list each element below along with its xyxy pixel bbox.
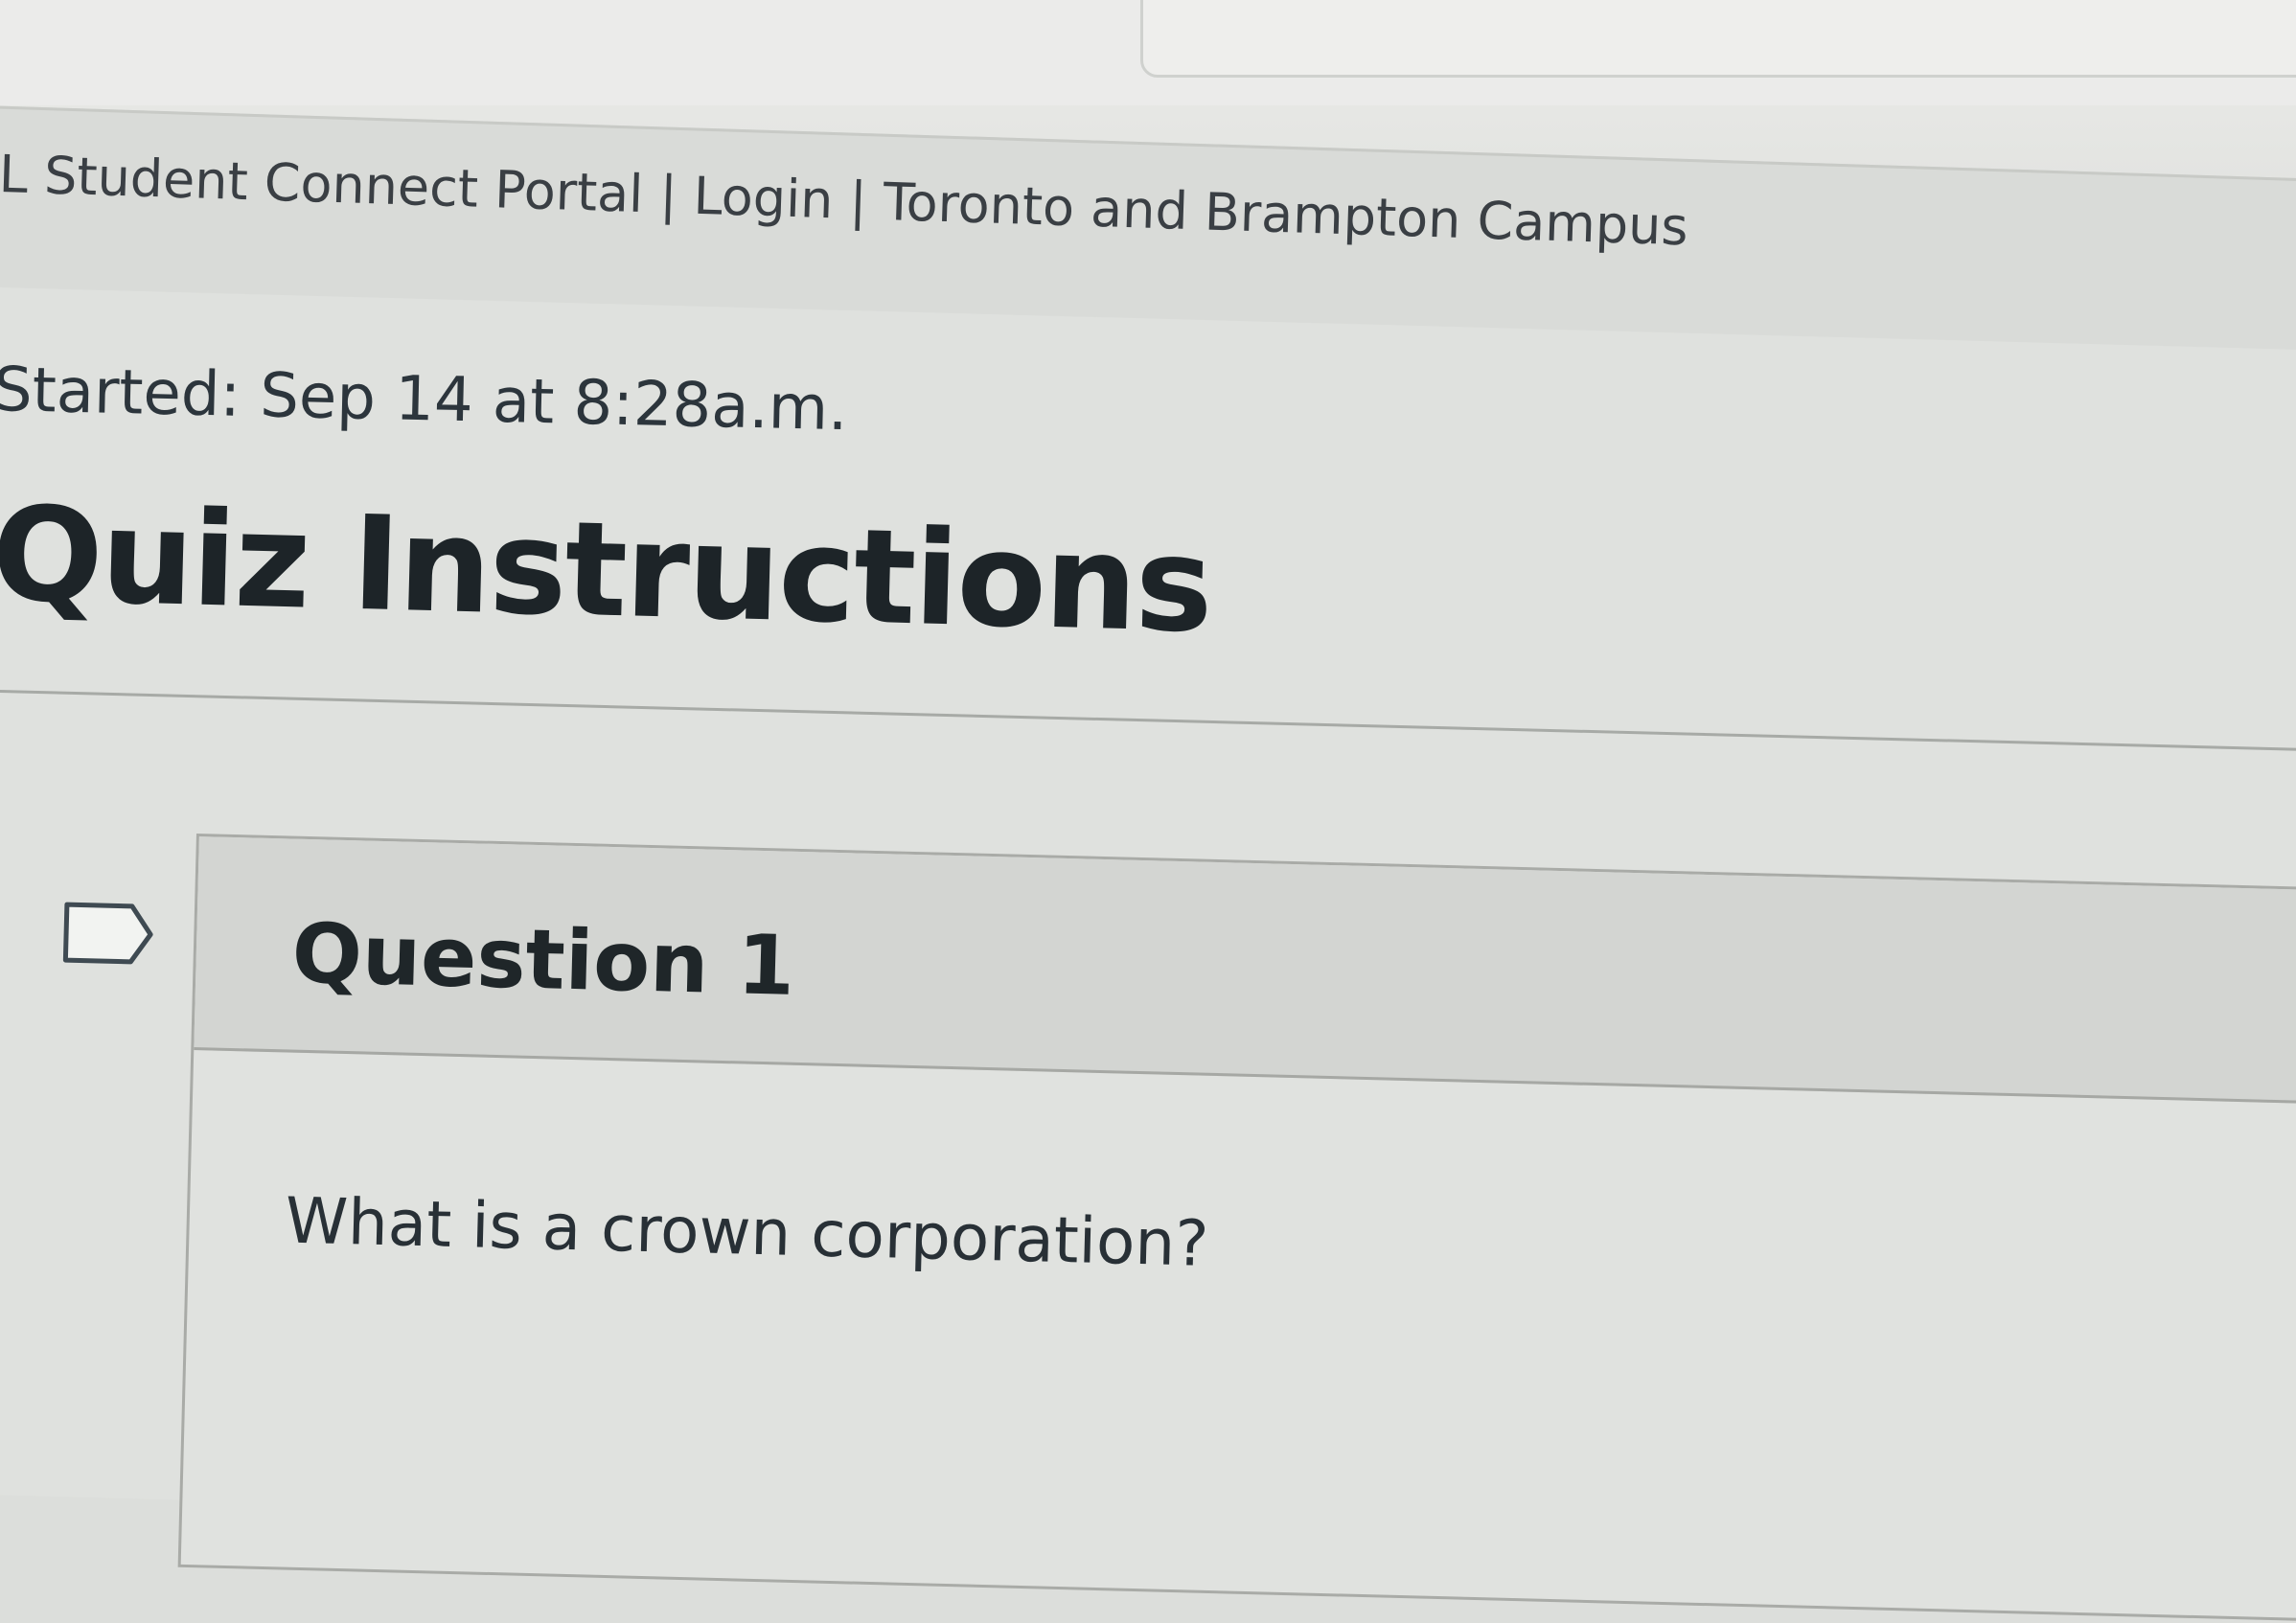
quiz-instructions-heading: Quiz Instructions — [0, 479, 1213, 663]
flag-icon[interactable] — [61, 901, 155, 966]
question-text: What is a crown corporation? — [284, 1183, 1210, 1281]
question-number: Question 1 — [290, 905, 796, 1015]
address-bar[interactable] — [1140, 0, 2296, 78]
browser-toolbar — [0, 0, 2296, 105]
page: L Student Connect Portal | Login | Toron… — [0, 0, 2296, 1623]
question-card: Question 1 What is a crown corporation? — [177, 834, 2296, 1623]
